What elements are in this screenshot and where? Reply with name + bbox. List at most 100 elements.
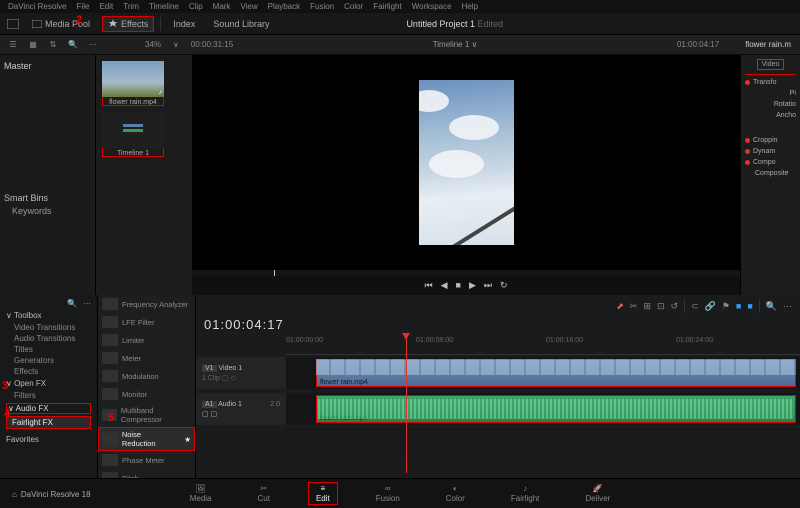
stop-icon[interactable]: ■ bbox=[456, 280, 461, 291]
search-icon[interactable]: 🔍 bbox=[66, 38, 80, 52]
link-icon[interactable]: 🔗 bbox=[705, 301, 716, 312]
fx-item[interactable]: Effects bbox=[6, 366, 91, 377]
options-icon[interactable]: ⋯ bbox=[83, 299, 91, 308]
inspector-item[interactable]: Compo bbox=[745, 157, 796, 168]
track-lock-icon[interactable]: ▢ bbox=[222, 375, 229, 382]
page-color[interactable]: ◐Color bbox=[438, 482, 473, 505]
insert-icon[interactable]: ⊞ bbox=[643, 301, 651, 312]
keywords-bin[interactable]: Keywords bbox=[4, 206, 91, 216]
media-thumb[interactable]: ♪ flower rain.mp4 bbox=[102, 61, 164, 106]
menu-item[interactable]: Workspace bbox=[412, 2, 452, 11]
overwrite-icon[interactable]: ⊡ bbox=[657, 301, 665, 312]
menu-item[interactable]: Fusion bbox=[310, 2, 334, 11]
fx-item-fairlightfx[interactable]: Fairlight FX bbox=[6, 416, 91, 429]
menu-item[interactable]: Playback bbox=[268, 2, 300, 11]
fx-list-item[interactable]: LFE Filter bbox=[98, 313, 195, 331]
fx-group-favorites[interactable]: Favorites bbox=[6, 435, 91, 444]
search-icon[interactable]: 🔍 bbox=[67, 299, 77, 308]
mute-icon[interactable]: ▢ bbox=[202, 411, 209, 418]
inspector-item[interactable]: Croppin bbox=[745, 135, 796, 146]
smart-bins-label[interactable]: Smart Bins bbox=[4, 193, 91, 203]
fx-list-item-noise-reduction[interactable]: Noise Reduction★ bbox=[98, 427, 195, 451]
home-button[interactable]: ⌂DaVinci Resolve 18 bbox=[12, 490, 91, 499]
fx-list-item[interactable]: Meter bbox=[98, 349, 195, 367]
fx-item[interactable]: Generators bbox=[6, 355, 91, 366]
fx-list-item[interactable]: Monitor bbox=[98, 385, 195, 403]
arrow-tool-icon[interactable]: ⬈ bbox=[616, 301, 624, 312]
grid-view-icon[interactable]: ▦ bbox=[26, 38, 40, 52]
fx-list-item[interactable]: Modulation bbox=[98, 367, 195, 385]
fx-item[interactable]: Filters bbox=[6, 390, 91, 401]
sort-icon[interactable]: ⇅ bbox=[46, 38, 60, 52]
timeline-timecode: 01:00:04:17 bbox=[204, 317, 284, 332]
options-icon[interactable]: ⋯ bbox=[86, 40, 100, 49]
track-header[interactable]: V1 Video 1 1 Clip ▢ ◇ bbox=[196, 357, 286, 389]
page-cut[interactable]: ✂Cut bbox=[250, 482, 278, 505]
options-icon[interactable]: ⋯ bbox=[783, 301, 792, 312]
play-reverse-icon[interactable]: ◀ bbox=[441, 280, 448, 291]
video-clip[interactable]: flower rain.mp4 bbox=[316, 359, 796, 387]
fit-dropdown[interactable]: 34% bbox=[142, 40, 164, 49]
menu-item[interactable]: Fairlight bbox=[373, 2, 401, 11]
layout-icon[interactable] bbox=[6, 17, 20, 31]
page-deliver[interactable]: 🚀Deliver bbox=[577, 482, 618, 505]
viewer-canvas[interactable] bbox=[192, 55, 740, 270]
menu-item[interactable]: View bbox=[240, 2, 257, 11]
inspector-item[interactable]: Dynam bbox=[745, 146, 796, 157]
video-preview bbox=[419, 80, 514, 245]
fx-list-item[interactable]: Limiter bbox=[98, 331, 195, 349]
fx-group-toolbox[interactable]: ∨ Toolbox bbox=[6, 311, 91, 320]
fx-item[interactable]: Titles bbox=[6, 344, 91, 355]
zoom-icon[interactable]: 🔍 bbox=[766, 301, 777, 312]
replace-icon[interactable]: ↺ bbox=[671, 301, 679, 312]
menu-item[interactable]: Mark bbox=[213, 2, 231, 11]
audio-clip[interactable]: flower rain.mp4 bbox=[316, 395, 796, 423]
playhead[interactable] bbox=[406, 333, 407, 473]
fx-list-item[interactable]: Frequency Analyzer bbox=[98, 295, 195, 313]
track-header[interactable]: A1 Audio 1 2.0 ▢ ▢ bbox=[196, 393, 286, 425]
timeline-thumb[interactable]: Timeline 1 bbox=[102, 112, 164, 157]
media-pool-thumbs: ♪ flower rain.mp4 Timeline 1 bbox=[96, 55, 192, 295]
tab-edit-index[interactable]: Index bbox=[167, 16, 201, 32]
fx-list-item[interactable]: Phase Meter bbox=[98, 451, 195, 469]
fx-group-audiofx[interactable]: ∨ Audio FX bbox=[6, 403, 91, 414]
viewer-scrubber[interactable] bbox=[192, 270, 740, 276]
page-fusion[interactable]: ∞Fusion bbox=[368, 482, 408, 505]
menu-item[interactable]: Trim bbox=[123, 2, 139, 11]
magnet-icon[interactable]: ⊂ bbox=[691, 301, 699, 312]
track-disable-icon[interactable]: ◇ bbox=[230, 375, 235, 382]
master-bin[interactable]: Master bbox=[4, 59, 91, 73]
timeline-ruler[interactable]: 01:00:00:00 01:00:08:00 01:00:16:00 01:0… bbox=[286, 337, 800, 355]
menu-item[interactable]: File bbox=[77, 2, 90, 11]
tab-media-pool[interactable]: Media Pool bbox=[26, 16, 96, 32]
list-view-icon[interactable]: ☰ bbox=[6, 38, 20, 52]
menu-item[interactable]: Help bbox=[462, 2, 478, 11]
tab-effects[interactable]: Effects bbox=[102, 16, 154, 32]
favorite-star-icon[interactable]: ★ bbox=[184, 435, 191, 444]
page-fairlight[interactable]: ♪Fairlight bbox=[503, 482, 547, 505]
fx-item[interactable]: Video Transitions bbox=[6, 322, 91, 333]
flag-icon[interactable]: ⚑ bbox=[722, 301, 730, 312]
page-edit[interactable]: ≡Edit bbox=[308, 482, 338, 505]
fx-item[interactable]: Audio Transitions bbox=[6, 333, 91, 344]
solo-icon[interactable]: ▢ bbox=[211, 411, 218, 418]
first-frame-icon[interactable]: ⏮ bbox=[424, 280, 432, 291]
menu-item[interactable]: Color bbox=[344, 2, 363, 11]
page-media[interactable]: 🖼Media bbox=[182, 482, 220, 505]
inspector-item[interactable]: Transfo bbox=[745, 77, 796, 88]
tab-sound-library[interactable]: Sound Library bbox=[207, 16, 275, 32]
loop-icon[interactable]: ↻ bbox=[500, 280, 508, 291]
timeline-dropdown[interactable]: Timeline 1 ∨ bbox=[242, 40, 668, 49]
marker-icon[interactable]: ■ bbox=[736, 301, 741, 311]
menu-item[interactable]: Edit bbox=[99, 2, 113, 11]
menu-item[interactable]: DaVinci Resolve bbox=[8, 2, 67, 11]
fx-group-openfx[interactable]: ∨ Open FX bbox=[6, 379, 91, 388]
menu-item[interactable]: Timeline bbox=[149, 2, 179, 11]
blade-tool-icon[interactable]: ✂ bbox=[630, 301, 638, 312]
last-frame-icon[interactable]: ⏭ bbox=[484, 280, 492, 291]
marker-icon[interactable]: ■ bbox=[747, 301, 752, 311]
empty-track-area[interactable] bbox=[286, 427, 800, 455]
play-icon[interactable]: ▶ bbox=[469, 280, 476, 291]
menu-item[interactable]: Clip bbox=[189, 2, 203, 11]
inspector-tab-video[interactable]: Video bbox=[757, 59, 785, 70]
